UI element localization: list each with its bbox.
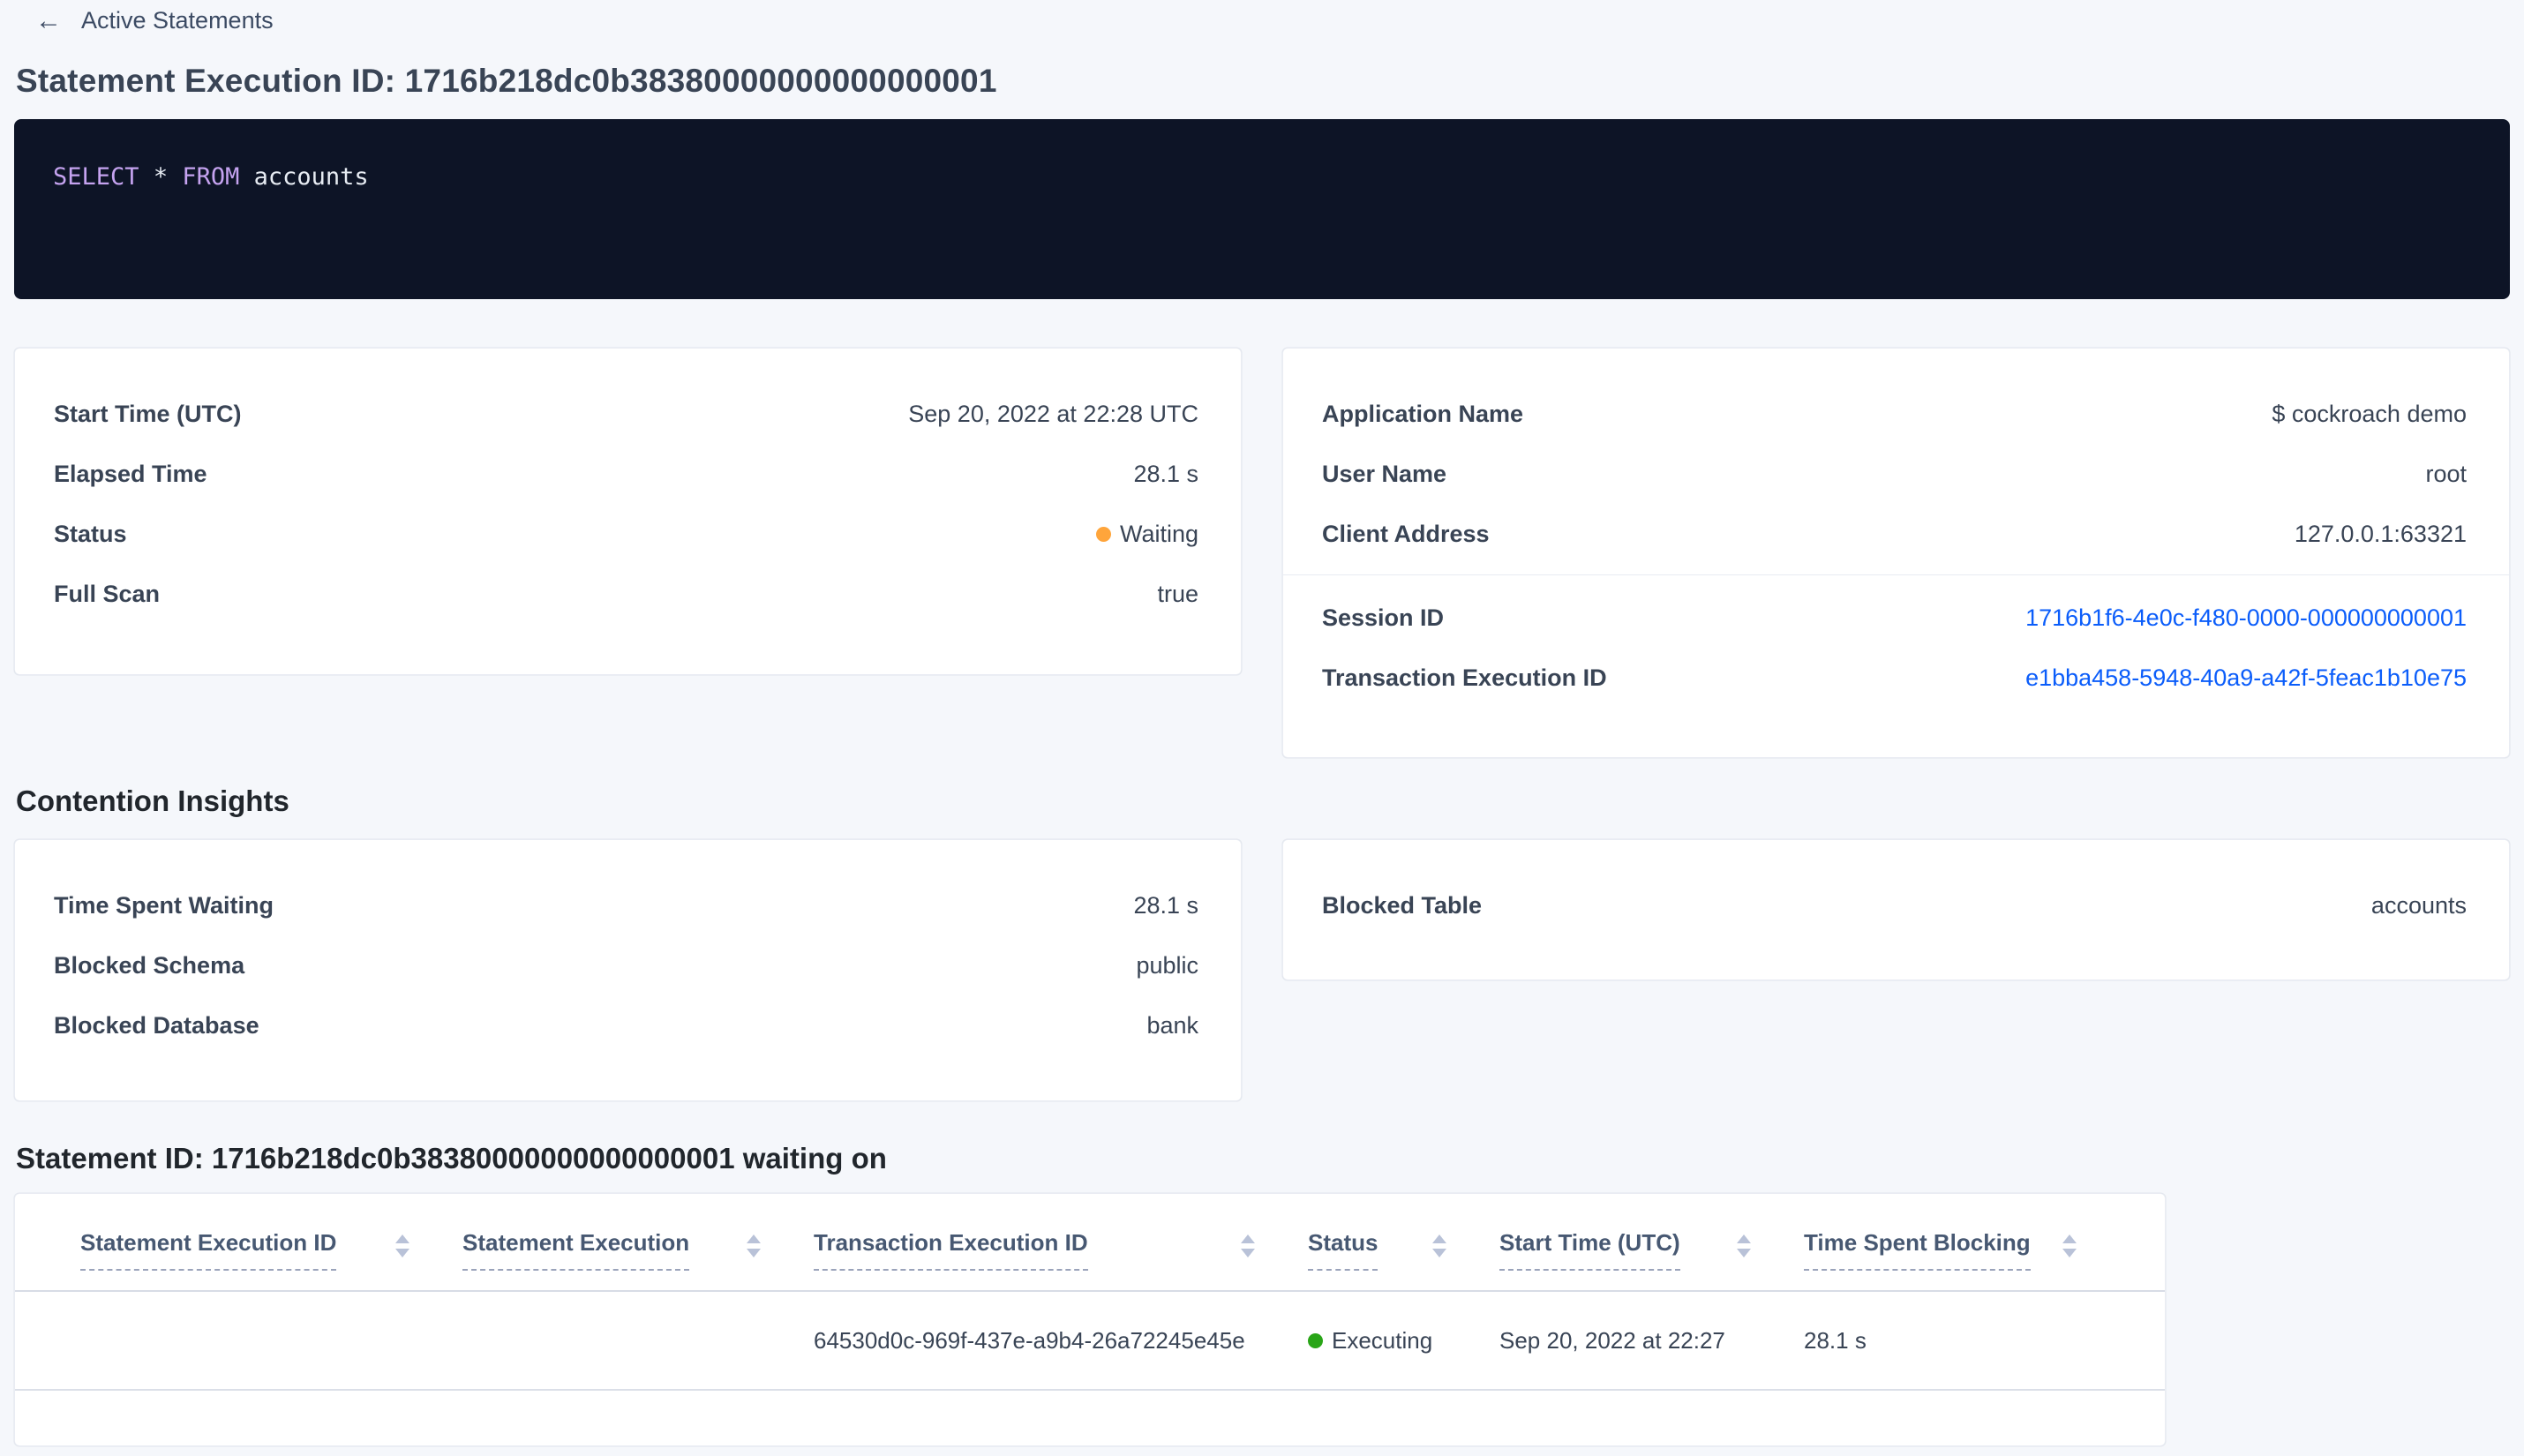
status-waiting-text: Waiting <box>1119 520 1198 547</box>
sql-star: * <box>153 163 169 191</box>
column-header-start-time: Start Time (UTC) <box>1499 1229 1804 1271</box>
info-row-full-scan: Full Scan true <box>15 564 1241 624</box>
sort-carets-icon[interactable] <box>1737 1235 1751 1257</box>
statement-execution-id-column-label[interactable]: Statement Execution ID <box>80 1229 337 1271</box>
waiting-on-table-card: Statement Execution ID Statement Executi… <box>14 1193 2166 1446</box>
session-id-label: Session ID <box>1322 604 1445 631</box>
blocked-table-value: accounts <box>2370 891 2467 919</box>
sql-keyword-from: FROM <box>182 163 240 191</box>
start-time-label: Start Time (UTC) <box>54 400 242 427</box>
info-row-blocked-database: Blocked Database bank <box>15 995 1241 1055</box>
info-row-status: Status Waiting <box>15 504 1241 564</box>
info-row-application-name: Application Name $ cockroach demo <box>1283 384 2509 444</box>
info-row-start-time: Start Time (UTC) Sep 20, 2022 at 22:28 U… <box>15 384 1241 444</box>
transaction-execution-id-column-label[interactable]: Transaction Execution ID <box>814 1229 1088 1271</box>
transaction-execution-id-label: Transaction Execution ID <box>1322 664 1607 691</box>
column-header-status: Status <box>1308 1229 1499 1271</box>
start-time-column-label[interactable]: Start Time (UTC) <box>1499 1229 1680 1271</box>
column-header-statement-execution: Statement Execution <box>462 1229 814 1271</box>
session-id-link[interactable]: 1716b1f6-4e0c-f480-0000-000000000001 <box>2025 604 2467 631</box>
info-row-elapsed-time: Elapsed Time 28.1 s <box>15 444 1241 504</box>
info-row-blocked-schema: Blocked Schema public <box>15 935 1241 995</box>
info-row-client-address: Client Address 127.0.0.1:63321 <box>1283 504 2509 564</box>
status-column-label[interactable]: Status <box>1308 1229 1378 1271</box>
status-label: Status <box>54 520 127 547</box>
contention-cards-row: Time Spent Waiting 28.1 s Blocked Schema… <box>14 839 2510 1101</box>
sort-carets-icon[interactable] <box>1432 1235 1446 1257</box>
elapsed-time-value: 28.1 s <box>1133 460 1198 487</box>
status-executing-text: Executing <box>1332 1326 1433 1354</box>
blocked-table-card: Blocked Table accounts <box>1282 839 2510 980</box>
sort-carets-icon[interactable] <box>2062 1235 2077 1257</box>
back-to-active-statements-link[interactable]: ← Active Statements <box>14 7 274 34</box>
blocked-schema-label: Blocked Schema <box>54 951 245 979</box>
sort-carets-icon[interactable] <box>1241 1235 1255 1257</box>
contention-details-card: Time Spent Waiting 28.1 s Blocked Schema… <box>14 839 1242 1101</box>
blocked-table-label: Blocked Table <box>1322 891 1483 919</box>
info-row-session-id: Session ID 1716b1f6-4e0c-f480-0000-00000… <box>1283 588 2509 648</box>
time-spent-blocking-column-label[interactable]: Time Spent Blocking <box>1804 1229 2031 1271</box>
back-link-label: Active Statements <box>81 7 274 34</box>
time-spent-waiting-label: Time Spent Waiting <box>54 891 274 919</box>
waiting-on-heading: Statement ID: 1716b218dc0b38380000000000… <box>16 1142 887 1175</box>
arrow-left-icon: ← <box>35 5 62 35</box>
cell-time-spent-blocking: 28.1 s <box>1804 1326 1867 1354</box>
waiting-on-table-header: Statement Execution ID Statement Executi… <box>15 1194 2165 1271</box>
blocked-database-label: Blocked Database <box>54 1011 259 1039</box>
status-executing-dot-icon <box>1308 1332 1323 1348</box>
sort-carets-icon[interactable] <box>395 1235 409 1257</box>
page-title: Statement Execution ID: 1716b218dc0b3838… <box>16 63 997 99</box>
session-summary-card: Application Name $ cockroach demo User N… <box>1282 348 2510 758</box>
sort-carets-icon[interactable] <box>747 1235 761 1257</box>
application-name-value: $ cockroach demo <box>2272 400 2467 427</box>
time-spent-waiting-value: 28.1 s <box>1133 891 1198 919</box>
contention-insights-heading: Contention Insights <box>16 784 289 817</box>
sql-table-name: accounts <box>253 163 369 191</box>
cell-transaction-execution-id: 64530d0c-969f-437e-a9b4-26a72245e45e <box>814 1326 1245 1354</box>
column-header-time-spent-blocking: Time Spent Blocking <box>1804 1229 2130 1271</box>
info-row-transaction-execution-id: Transaction Execution ID e1bba458-5948-4… <box>1283 648 2509 708</box>
full-scan-label: Full Scan <box>54 580 161 607</box>
column-header-statement-execution-id: Statement Execution ID <box>80 1229 462 1271</box>
full-scan-value: true <box>1157 580 1198 607</box>
user-name-value: root <box>2425 460 2467 487</box>
table-row-divider <box>15 1389 2165 1391</box>
transaction-execution-id-link[interactable]: e1bba458-5948-40a9-a42f-5feac1b10e75 <box>2025 664 2467 691</box>
info-row-blocked-table: Blocked Table accounts <box>1283 875 2509 935</box>
status-waiting-dot-icon <box>1095 526 1111 542</box>
statement-summary-card: Start Time (UTC) Sep 20, 2022 at 22:28 U… <box>14 348 1242 675</box>
cell-start-time: Sep 20, 2022 at 22:27 <box>1499 1326 1725 1354</box>
blocked-schema-value: public <box>1136 951 1198 979</box>
user-name-label: User Name <box>1322 460 1447 487</box>
statement-execution-column-label[interactable]: Statement Execution <box>462 1229 690 1271</box>
status-value: Waiting <box>1095 520 1198 548</box>
card-divider <box>1283 574 2509 575</box>
sql-statement: SELECT * FROM accounts <box>53 163 2471 191</box>
client-address-label: Client Address <box>1322 520 1490 547</box>
column-header-transaction-execution-id: Transaction Execution ID <box>814 1229 1308 1271</box>
application-name-label: Application Name <box>1322 400 1524 427</box>
overview-cards-row: Start Time (UTC) Sep 20, 2022 at 22:28 U… <box>14 348 2510 758</box>
statement-details-page: ← Active Statements Statement Execution … <box>0 0 2524 1446</box>
blocked-database-value: bank <box>1146 1011 1198 1039</box>
sql-keyword-select: SELECT <box>53 163 139 191</box>
cell-status: Executing <box>1308 1327 1499 1355</box>
info-row-time-spent-waiting: Time Spent Waiting 28.1 s <box>15 875 1241 935</box>
info-row-user-name: User Name root <box>1283 444 2509 504</box>
elapsed-time-label: Elapsed Time <box>54 460 207 487</box>
sql-statement-box: SELECT * FROM accounts <box>14 119 2510 299</box>
table-row[interactable]: 64530d0c-969f-437e-a9b4-26a72245e45e Exe… <box>15 1292 2165 1389</box>
client-address-value: 127.0.0.1:63321 <box>2294 520 2467 547</box>
start-time-value: Sep 20, 2022 at 22:28 UTC <box>908 400 1198 427</box>
